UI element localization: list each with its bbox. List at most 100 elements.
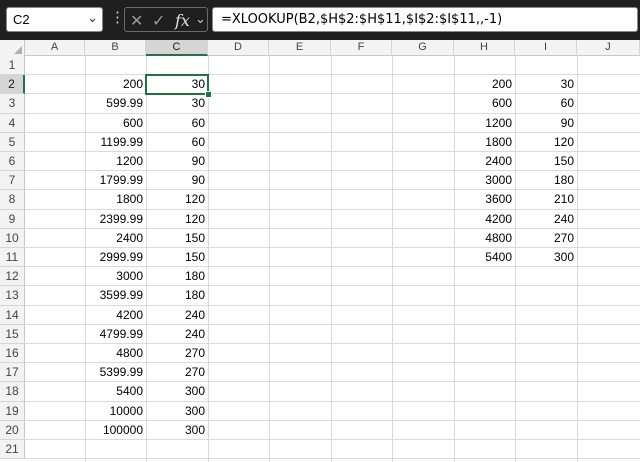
- row-header-19[interactable]: 19: [0, 401, 25, 421]
- spreadsheet-grid[interactable]: ABCDEFGHIJ 1 2 3 4 5 6 7 8 9 10 11 12 13 14 15 16 17 18 19…: [0, 40, 640, 462]
- row-header-14[interactable]: 14: [0, 305, 25, 325]
- cell-i5[interactable]: 120: [515, 133, 577, 152]
- cell-i3[interactable]: 60: [515, 94, 577, 113]
- row-header-6[interactable]: 6: [0, 152, 25, 172]
- cell-c7[interactable]: 90: [146, 171, 208, 190]
- column-header-a[interactable]: A: [25, 40, 85, 56]
- cell-h4[interactable]: 1200: [454, 114, 515, 133]
- row-header-2[interactable]: 2: [0, 75, 25, 95]
- cell-b16[interactable]: 4800: [85, 344, 146, 363]
- cell-b10[interactable]: 2400: [85, 229, 146, 248]
- cell-i8[interactable]: 210: [515, 190, 577, 209]
- row-header-8[interactable]: 8: [0, 190, 25, 210]
- cell-i2[interactable]: 30: [515, 75, 577, 94]
- cell-c16[interactable]: 270: [146, 344, 208, 363]
- cell-i6[interactable]: 150: [515, 152, 577, 171]
- row-header-20[interactable]: 20: [0, 420, 25, 440]
- row-header-16[interactable]: 16: [0, 344, 25, 364]
- cell-i11[interactable]: 300: [515, 248, 577, 267]
- cell-c12[interactable]: 180: [146, 267, 208, 286]
- cell-c5[interactable]: 60: [146, 133, 208, 152]
- row-header-9[interactable]: 9: [0, 209, 25, 229]
- fill-handle[interactable]: [205, 91, 212, 99]
- name-box[interactable]: C2 ⌄: [6, 7, 103, 32]
- cell-i10[interactable]: 270: [515, 229, 577, 248]
- row-header-4[interactable]: 4: [0, 113, 25, 133]
- row-header-17[interactable]: 17: [0, 363, 25, 383]
- cell-h5[interactable]: 1800: [454, 133, 515, 152]
- formula-input[interactable]: =XLOOKUP(B2,$H$2:$H$11,$I$2:$I$11,,-1): [212, 7, 638, 32]
- cell-b4[interactable]: 600: [85, 114, 146, 133]
- cell-c13[interactable]: 180: [146, 286, 208, 305]
- cell-b14[interactable]: 4200: [85, 306, 146, 325]
- cell-h11[interactable]: 5400: [454, 248, 515, 267]
- cell-c3[interactable]: 30: [146, 94, 208, 113]
- cell-c20[interactable]: 300: [146, 421, 208, 440]
- formula-bar: C2 ⌄ ⋮ ✕ ✓ fx ⌄ =XLOOKUP(B2,$H$2:$H$11,$…: [0, 0, 640, 40]
- column-header-d[interactable]: D: [208, 40, 269, 56]
- row-header-7[interactable]: 7: [0, 171, 25, 191]
- cell-i7[interactable]: 180: [515, 171, 577, 190]
- cell-c10[interactable]: 150: [146, 229, 208, 248]
- cell-b7[interactable]: 1799.99: [85, 171, 146, 190]
- cell-h7[interactable]: 3000: [454, 171, 515, 190]
- column-header-i[interactable]: I: [515, 40, 577, 56]
- cell-b19[interactable]: 10000: [85, 402, 146, 421]
- cell-c11[interactable]: 150: [146, 248, 208, 267]
- column-header-b[interactable]: B: [85, 40, 146, 56]
- cell-b5[interactable]: 1199.99: [85, 133, 146, 152]
- row-header-3[interactable]: 3: [0, 94, 25, 114]
- row-header-10[interactable]: 10: [0, 228, 25, 248]
- chevron-down-icon[interactable]: ⌄: [195, 11, 206, 27]
- cell-h9[interactable]: 4200: [454, 210, 515, 229]
- cell-i9[interactable]: 240: [515, 210, 577, 229]
- insert-function-icon[interactable]: fx: [175, 11, 190, 30]
- cell-b11[interactable]: 2999.99: [85, 248, 146, 267]
- cell-c19[interactable]: 300: [146, 402, 208, 421]
- cell-c14[interactable]: 240: [146, 306, 208, 325]
- cell-c15[interactable]: 240: [146, 325, 208, 344]
- cell-b18[interactable]: 5400: [85, 382, 146, 401]
- cell-h6[interactable]: 2400: [454, 152, 515, 171]
- cell-h8[interactable]: 3600: [454, 190, 515, 209]
- chevron-down-icon[interactable]: ⌄: [87, 10, 98, 26]
- row-header-5[interactable]: 5: [0, 132, 25, 152]
- more-options-icon[interactable]: ⋮: [110, 9, 125, 27]
- cell-b12[interactable]: 3000: [85, 267, 146, 286]
- row-header-18[interactable]: 18: [0, 382, 25, 402]
- cell-b2[interactable]: 200: [85, 75, 146, 94]
- row-header-1[interactable]: 1: [0, 56, 25, 76]
- row-header-13[interactable]: 13: [0, 286, 25, 306]
- cell-h2[interactable]: 200: [454, 75, 515, 94]
- cell-b6[interactable]: 1200: [85, 152, 146, 171]
- cell-b15[interactable]: 4799.99: [85, 325, 146, 344]
- cell-c17[interactable]: 270: [146, 363, 208, 382]
- cell-b17[interactable]: 5399.99: [85, 363, 146, 382]
- column-header-g[interactable]: G: [392, 40, 454, 56]
- cancel-icon[interactable]: ✕: [130, 11, 143, 31]
- cell-c8[interactable]: 120: [146, 190, 208, 209]
- column-header-e[interactable]: E: [269, 40, 331, 56]
- row-header-12[interactable]: 12: [0, 267, 25, 287]
- cell-h10[interactable]: 4800: [454, 229, 515, 248]
- cell-b8[interactable]: 1800: [85, 190, 146, 209]
- cell-b20[interactable]: 100000: [85, 421, 146, 440]
- column-header-j[interactable]: J: [577, 40, 640, 56]
- cell-b13[interactable]: 3599.99: [85, 286, 146, 305]
- enter-icon[interactable]: ✓: [152, 11, 165, 31]
- cell-i4[interactable]: 90: [515, 114, 577, 133]
- cell-b3[interactable]: 599.99: [85, 94, 146, 113]
- row-header-11[interactable]: 11: [0, 248, 25, 268]
- row-header-15[interactable]: 15: [0, 324, 25, 344]
- row-header-21[interactable]: 21: [0, 440, 25, 460]
- select-all-button[interactable]: [0, 40, 25, 56]
- cell-b9[interactable]: 2399.99: [85, 210, 146, 229]
- cell-c6[interactable]: 90: [146, 152, 208, 171]
- column-header-c[interactable]: C: [146, 40, 208, 56]
- cell-c18[interactable]: 300: [146, 382, 208, 401]
- cell-c4[interactable]: 60: [146, 114, 208, 133]
- cell-c9[interactable]: 120: [146, 210, 208, 229]
- column-header-f[interactable]: F: [331, 40, 392, 56]
- column-header-h[interactable]: H: [454, 40, 515, 56]
- cell-h3[interactable]: 600: [454, 94, 515, 113]
